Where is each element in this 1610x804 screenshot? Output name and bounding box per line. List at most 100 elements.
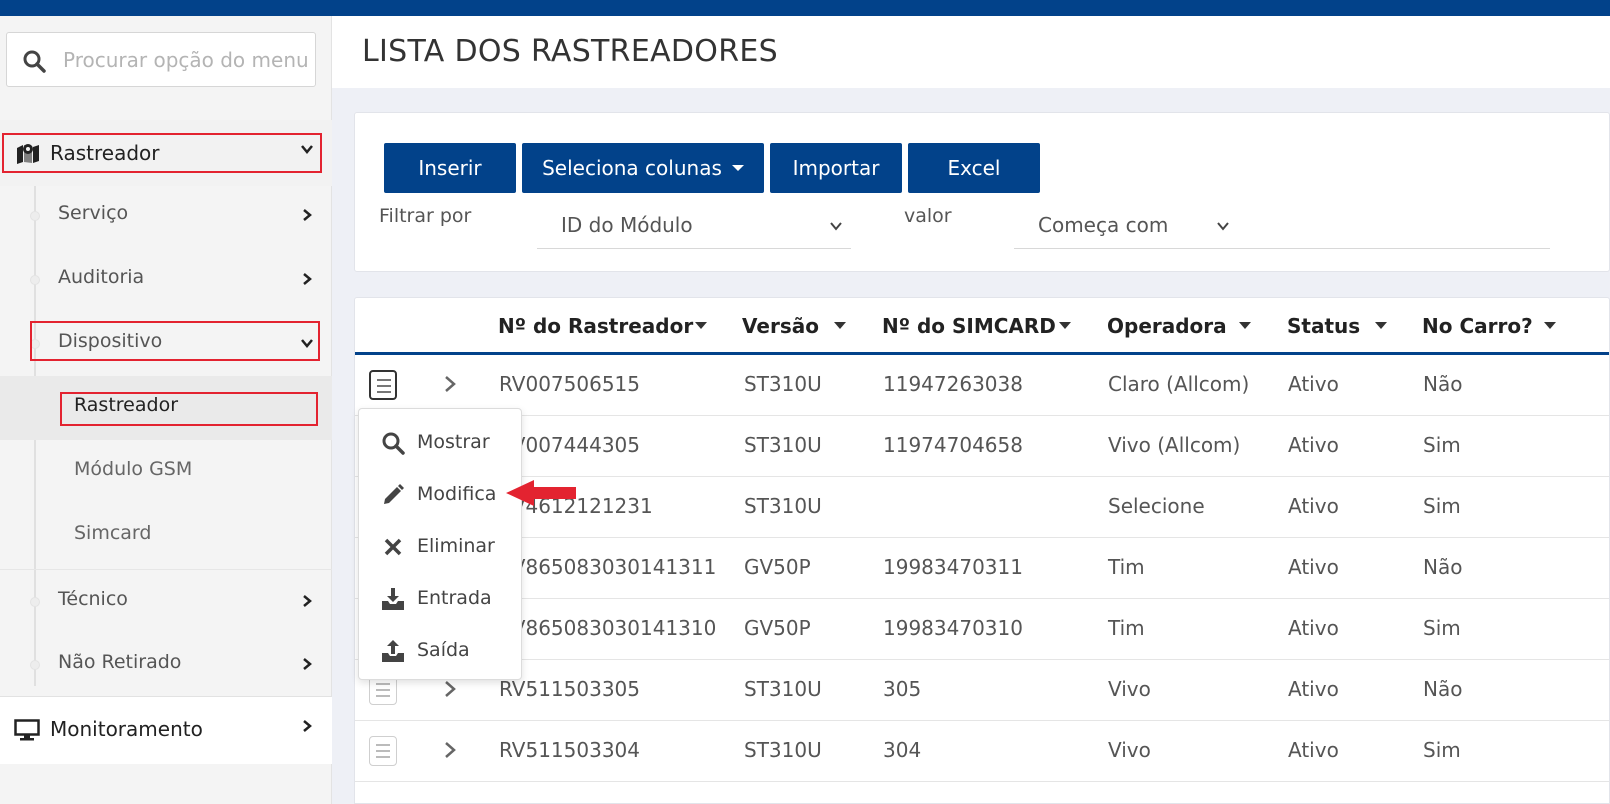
sidebar-item-auditoria[interactable]: Auditoria: [0, 248, 332, 312]
table-header: Nº do Rastreador Versão Nº do SIMCARD Op…: [355, 298, 1609, 355]
status-cell: Ativo: [1288, 372, 1339, 396]
toolbar-card: Inserir Seleciona colunas Importar Excel…: [354, 112, 1610, 272]
expand-row-icon[interactable]: [443, 741, 457, 759]
filter-by-label: Filtrar por: [379, 205, 472, 227]
import-button[interactable]: Importar: [770, 143, 902, 193]
sidebar-item-simcard[interactable]: Simcard: [0, 504, 332, 568]
sidebar-item-dispositivo[interactable]: Dispositivo: [0, 312, 332, 376]
tree-dot: [30, 211, 40, 221]
download-tray-icon: [382, 588, 404, 610]
version-cell: ST310U: [744, 738, 822, 762]
menu-item-modifica[interactable]: Modifica: [359, 469, 523, 521]
simcard-cell: 305: [883, 677, 922, 701]
tracker-number-cell: RV865083030141310: [499, 616, 717, 640]
in-car-cell: Sim: [1423, 738, 1461, 762]
sort-caret-icon[interactable]: [1239, 322, 1251, 329]
filter-operator-value: Começa com: [1038, 213, 1169, 237]
filter-operator-select[interactable]: Começa com: [1014, 205, 1550, 249]
expand-row-icon[interactable]: [443, 375, 457, 393]
sidebar-item-label: Simcard: [74, 522, 152, 544]
status-cell: Ativo: [1288, 433, 1339, 457]
main-content: LISTA DOS RASTREADORES Inserir Seleciona…: [332, 16, 1610, 804]
excel-button[interactable]: Excel: [908, 143, 1040, 193]
sidebar-item-label: Auditoria: [58, 266, 145, 288]
page-header: LISTA DOS RASTREADORES: [332, 16, 1610, 88]
operator-cell: Claro (Allcom): [1108, 372, 1250, 396]
filter-field-value: ID do Módulo: [561, 213, 693, 237]
caret-down-icon: [731, 165, 744, 171]
table-row[interactable]: RV007444305 ST310U 11974704658 Vivo (Allcom…: [355, 416, 1609, 477]
table-row[interactable]: RV511503305 ST310U 305 Vivo Ativo Não: [355, 660, 1609, 721]
upload-tray-icon: [382, 640, 404, 662]
menu-item-eliminar[interactable]: Eliminar: [359, 521, 523, 573]
monitor-icon: [14, 719, 40, 741]
version-cell: ST310U: [744, 433, 822, 457]
map-marker-icon: [17, 144, 39, 164]
sidebar-item-nao-retirado[interactable]: Não Retirado: [0, 633, 332, 697]
status-cell: Ativo: [1288, 677, 1339, 701]
column-header[interactable]: Operadora: [1107, 314, 1227, 338]
in-car-cell: Sim: [1423, 494, 1461, 518]
tracker-number-cell: RV511503305: [499, 677, 641, 701]
chevron-right-icon: [303, 595, 312, 607]
column-header[interactable]: Nº do Rastreador: [498, 314, 693, 338]
sidebar: Rastreador Serviço Auditoria Dispositivo…: [0, 16, 332, 804]
row-menu-button[interactable]: [369, 736, 397, 766]
menu-item-mostrar[interactable]: Mostrar: [359, 417, 523, 469]
expand-row-icon[interactable]: [443, 680, 457, 698]
simcard-cell: 11974704658: [883, 433, 1023, 457]
menu-item-label: Entrada: [417, 587, 492, 609]
chevron-down-icon: [830, 222, 842, 231]
sidebar-item-modulo-gsm[interactable]: Módulo GSM: [0, 440, 332, 504]
in-car-cell: Sim: [1423, 616, 1461, 640]
column-header[interactable]: Status: [1287, 314, 1360, 338]
top-bar: [0, 0, 1610, 16]
row-menu-button[interactable]: [369, 370, 397, 400]
insert-button[interactable]: Inserir: [384, 143, 516, 193]
menu-item-saida[interactable]: Saída: [359, 625, 523, 677]
chevron-right-icon: [303, 658, 312, 670]
sort-caret-icon[interactable]: [1544, 322, 1556, 329]
sort-caret-icon[interactable]: [834, 322, 846, 329]
sidebar-item-rastreador-child[interactable]: Rastreador: [0, 376, 332, 440]
sidebar-item-rastreador[interactable]: Rastreador: [0, 120, 332, 186]
table-row[interactable]: RV511503304 ST310U 304 Vivo Ativo Sim: [355, 721, 1609, 782]
sidebar-item-monitoramento[interactable]: Monitoramento: [0, 696, 332, 764]
tree-dot: [30, 275, 40, 285]
select-columns-button[interactable]: Seleciona colunas: [522, 143, 764, 193]
tree-dot: [30, 660, 40, 670]
filter-field-select[interactable]: ID do Módulo: [537, 205, 851, 249]
status-cell: Ativo: [1288, 616, 1339, 640]
sidebar-item-servico[interactable]: Serviço: [0, 184, 332, 248]
menu-item-label: Modifica: [417, 483, 497, 505]
status-cell: Ativo: [1288, 555, 1339, 579]
value-label: valor: [904, 205, 952, 227]
column-header[interactable]: Nº do SIMCARD: [882, 314, 1056, 338]
column-header[interactable]: Versão: [742, 314, 819, 338]
operator-cell: Selecione: [1108, 494, 1205, 518]
sidebar-item-label: Rastreador: [50, 141, 160, 165]
operator-cell: Vivo (Allcom): [1108, 433, 1241, 457]
in-car-cell: Sim: [1423, 433, 1461, 457]
simcard-cell: 19983470310: [883, 616, 1023, 640]
search-icon: [23, 50, 46, 73]
menu-item-entrada[interactable]: Entrada: [359, 573, 523, 625]
sidebar-item-label: Serviço: [58, 202, 129, 224]
table-row[interactable]: RV007506515 ST310U 11947263038 Claro (Allco…: [355, 355, 1609, 416]
menu-item-label: Saída: [417, 639, 470, 661]
sort-caret-icon[interactable]: [695, 322, 707, 329]
operator-cell: Vivo: [1108, 738, 1151, 762]
operator-cell: Tim: [1108, 555, 1145, 579]
table-row[interactable]: RV865083030141311 GV50P 19983470311 Tim Ativ…: [355, 538, 1609, 599]
table-row[interactable]: RV865083030141310 GV50P 19983470310 Tim Ativ…: [355, 599, 1609, 660]
column-header[interactable]: No Carro?: [1422, 314, 1533, 338]
insert-button-label: Inserir: [418, 156, 482, 180]
version-cell: GV50P: [744, 555, 811, 579]
sidebar-item-tecnico[interactable]: Técnico: [0, 569, 332, 633]
menu-search-input[interactable]: [63, 41, 313, 79]
version-cell: ST310U: [744, 494, 822, 518]
sidebar-item-label: Dispositivo: [58, 330, 163, 352]
sidebar-item-label: Monitoramento: [50, 717, 203, 741]
sort-caret-icon[interactable]: [1059, 322, 1071, 329]
sort-caret-icon[interactable]: [1375, 322, 1387, 329]
